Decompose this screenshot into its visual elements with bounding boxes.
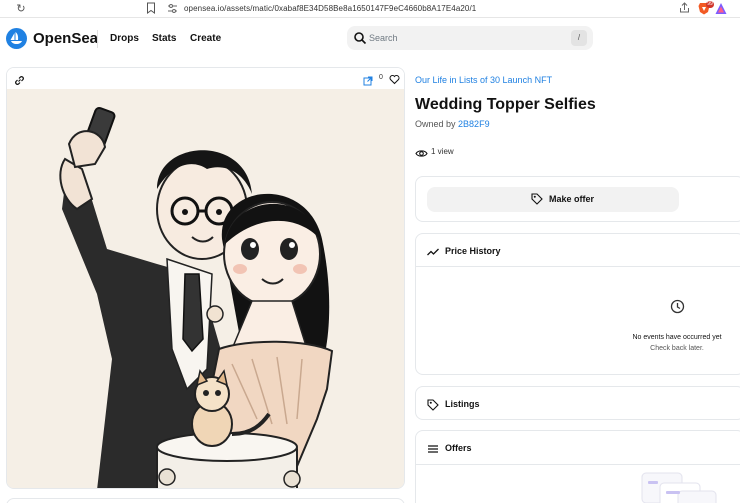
offers-header[interactable]: Offers: [416, 431, 740, 465]
price-history-empty-subtitle: Check back later.: [650, 345, 704, 352]
nav-create[interactable]: Create: [190, 32, 221, 46]
make-offer-panel: Make offer: [415, 176, 740, 222]
asset-media-card: 0: [6, 67, 405, 489]
clock-icon: [670, 299, 685, 314]
asset-title: Wedding Topper Selfies: [415, 96, 596, 113]
heart-icon[interactable]: [389, 72, 400, 85]
price-history-header[interactable]: Price History: [416, 234, 740, 267]
open-external-icon[interactable]: [363, 73, 373, 86]
description-card-edge: [6, 498, 405, 503]
favorite-count: 0: [379, 74, 383, 81]
owned-by: Owned by 2B82F9: [415, 118, 490, 130]
nft-artwork-image[interactable]: [7, 89, 404, 488]
opensea-logo-text[interactable]: OpenSea: [33, 30, 98, 48]
make-offer-label: Make offer: [549, 194, 595, 204]
make-offer-button[interactable]: Make offer: [427, 187, 679, 212]
header-divider: [97, 30, 98, 48]
search-input[interactable]: [369, 30, 559, 46]
address-bar[interactable]: opensea.io/assets/matic/0xabaf8E34D58Be8…: [184, 3, 476, 15]
trend-icon: [427, 245, 439, 257]
owned-by-label: Owned by: [415, 119, 456, 129]
list-icon: [427, 442, 439, 454]
price-history-label: Price History: [445, 246, 501, 256]
browser-toolbar: ↻ opensea.io/assets/matic/0xabaf8E34D58B…: [0, 0, 740, 18]
extension-badge: 99: [706, 1, 714, 8]
media-toolbar: 0: [7, 68, 404, 89]
view-count: 1 view: [431, 147, 454, 156]
nav-stats[interactable]: Stats: [152, 32, 176, 46]
bookmark-icon[interactable]: [146, 2, 158, 16]
owner-link[interactable]: 2B82F9: [458, 119, 490, 129]
price-history-panel: Price History No events have occurred ye…: [415, 233, 740, 375]
tag-icon: [531, 193, 543, 205]
empty-offers-illustration-icon: [640, 471, 720, 503]
eye-icon: [415, 146, 428, 157]
listings-label: Listings: [445, 399, 480, 409]
listings-panel: Listings: [415, 386, 740, 420]
site-settings-icon[interactable]: [167, 3, 179, 15]
refresh-icon[interactable]: ↻: [14, 2, 28, 16]
price-history-empty-title: No events have occurred yet: [632, 334, 722, 341]
collection-link[interactable]: Our Life in Lists of 30 Launch NFT: [415, 74, 552, 86]
search-icon: [353, 31, 367, 45]
offers-label: Offers: [445, 443, 472, 453]
tag-icon: [427, 398, 439, 411]
search-shortcut-key: /: [571, 30, 587, 46]
share-icon[interactable]: [679, 2, 691, 16]
listings-header[interactable]: Listings: [416, 387, 740, 420]
alert-icon[interactable]: [715, 2, 727, 15]
site-header: OpenSea Drops Stats Create /: [0, 19, 740, 59]
link-icon[interactable]: [14, 73, 25, 85]
search-bar[interactable]: /: [347, 26, 593, 50]
nav-drops[interactable]: Drops: [110, 32, 139, 46]
opensea-logo-icon[interactable]: [6, 28, 27, 49]
offers-panel: Offers: [415, 430, 740, 503]
